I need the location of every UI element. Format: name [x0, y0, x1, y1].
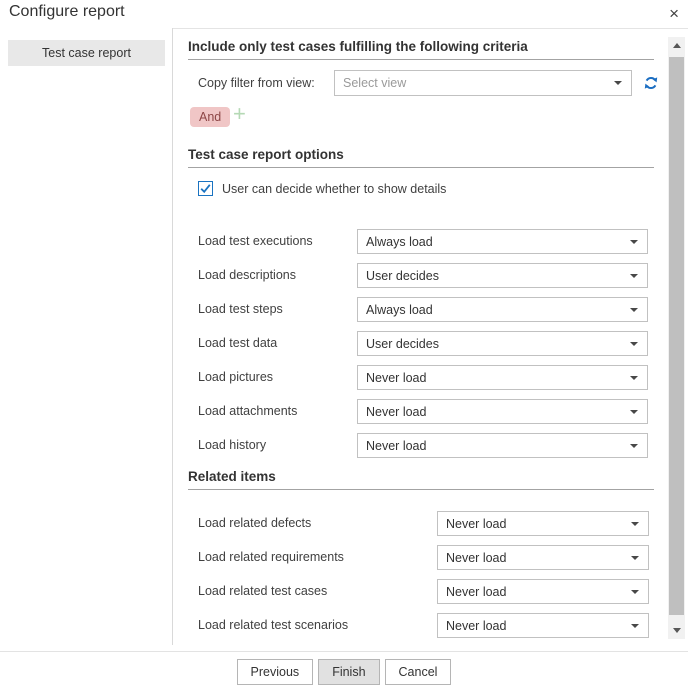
- copy-filter-row: Copy filter from view: Select view: [188, 70, 654, 96]
- previous-button[interactable]: Previous: [237, 659, 314, 685]
- chevron-down-icon: [631, 522, 639, 526]
- row-label: Load related requirements: [198, 545, 344, 570]
- chevron-down-icon: [630, 410, 638, 414]
- select-value: Never load: [358, 371, 630, 385]
- load-attachments-select[interactable]: Never load: [357, 399, 648, 424]
- load-related-test-scenarios-select[interactable]: Never load: [437, 613, 649, 638]
- show-details-checkbox-label: User can decide whether to show details: [222, 182, 446, 196]
- report-config-panel: Include only test cases fulfilling the f…: [188, 28, 654, 645]
- cancel-button[interactable]: Cancel: [385, 659, 452, 685]
- chevron-down-icon: [630, 240, 638, 244]
- sidebar-item-test-case-report[interactable]: Test case report: [8, 40, 165, 66]
- row-label: Load pictures: [198, 365, 273, 390]
- dialog-header: Configure report ×: [0, 0, 688, 29]
- row-label: Load related test scenarios: [198, 613, 348, 638]
- row-label: Load descriptions: [198, 263, 296, 288]
- select-value: Always load: [358, 235, 630, 249]
- row-label: Load test steps: [198, 297, 283, 322]
- select-value: Never load: [358, 439, 630, 453]
- load-descriptions-row: Load descriptions User decides: [188, 263, 654, 288]
- add-criteria-icon[interactable]: +: [233, 102, 246, 126]
- load-related-requirements-row: Load related requirements Never load: [188, 545, 654, 570]
- row-label: Load history: [198, 433, 266, 458]
- load-descriptions-select[interactable]: User decides: [357, 263, 648, 288]
- row-label: Load attachments: [198, 399, 297, 424]
- load-test-data-select[interactable]: User decides: [357, 331, 648, 356]
- chevron-down-icon: [630, 274, 638, 278]
- chevron-down-icon: [630, 342, 638, 346]
- load-history-select[interactable]: Never load: [357, 433, 648, 458]
- related-section-heading: Related items: [188, 469, 654, 490]
- row-label: Load related test cases: [198, 579, 327, 604]
- copy-filter-label: Copy filter from view:: [198, 70, 315, 96]
- chevron-down-icon: [630, 308, 638, 312]
- close-icon[interactable]: ×: [669, 4, 679, 24]
- row-label: Load test executions: [198, 229, 313, 254]
- criteria-section-heading: Include only test cases fulfilling the f…: [188, 39, 654, 60]
- load-pictures-select[interactable]: Never load: [357, 365, 648, 390]
- load-test-data-row: Load test data User decides: [188, 331, 654, 356]
- refresh-icon[interactable]: [643, 75, 659, 91]
- row-label: Load test data: [198, 331, 277, 356]
- configure-report-dialog: Configure report × Test case report Incl…: [0, 0, 688, 690]
- dialog-footer: Previous Finish Cancel: [0, 651, 688, 690]
- load-test-steps-select[interactable]: Always load: [357, 297, 648, 322]
- load-related-defects-row: Load related defects Never load: [188, 511, 654, 536]
- load-test-steps-row: Load test steps Always load: [188, 297, 654, 322]
- finish-button[interactable]: Finish: [318, 659, 379, 685]
- report-type-sidebar: Test case report: [0, 28, 173, 645]
- select-value: Always load: [358, 303, 630, 317]
- load-related-defects-select[interactable]: Never load: [437, 511, 649, 536]
- select-value: Never load: [438, 551, 631, 565]
- load-related-test-scenarios-row: Load related test scenarios Never load: [188, 613, 654, 638]
- select-value: User decides: [358, 337, 630, 351]
- view-select[interactable]: Select view: [334, 70, 632, 96]
- and-operator-badge[interactable]: And: [190, 107, 230, 127]
- vertical-scrollbar[interactable]: [668, 37, 685, 639]
- show-details-checkbox-row[interactable]: User can decide whether to show details: [198, 180, 446, 197]
- chevron-down-icon: [631, 556, 639, 560]
- select-value: Never load: [438, 585, 631, 599]
- select-value: Never load: [438, 517, 631, 531]
- chevron-down-icon: [631, 624, 639, 628]
- chevron-down-icon: [630, 444, 638, 448]
- chevron-down-icon: [614, 81, 622, 85]
- scroll-up-icon[interactable]: [668, 37, 685, 54]
- select-value: Never load: [438, 619, 631, 633]
- load-test-executions-select[interactable]: Always load: [357, 229, 648, 254]
- select-value: User decides: [358, 269, 630, 283]
- load-history-row: Load history Never load: [188, 433, 654, 458]
- checked-checkbox-icon[interactable]: [198, 181, 213, 196]
- select-value: Never load: [358, 405, 630, 419]
- load-related-requirements-select[interactable]: Never load: [437, 545, 649, 570]
- scroll-down-icon[interactable]: [668, 622, 685, 639]
- load-test-executions-row: Load test executions Always load: [188, 229, 654, 254]
- scrollbar-thumb[interactable]: [669, 57, 684, 615]
- chevron-down-icon: [631, 590, 639, 594]
- load-related-test-cases-select[interactable]: Never load: [437, 579, 649, 604]
- row-label: Load related defects: [198, 511, 311, 536]
- chevron-down-icon: [630, 376, 638, 380]
- load-related-test-cases-row: Load related test cases Never load: [188, 579, 654, 604]
- load-pictures-row: Load pictures Never load: [188, 365, 654, 390]
- view-select-placeholder: Select view: [335, 76, 614, 90]
- options-section-heading: Test case report options: [188, 147, 654, 168]
- dialog-title: Configure report: [9, 3, 125, 21]
- load-attachments-row: Load attachments Never load: [188, 399, 654, 424]
